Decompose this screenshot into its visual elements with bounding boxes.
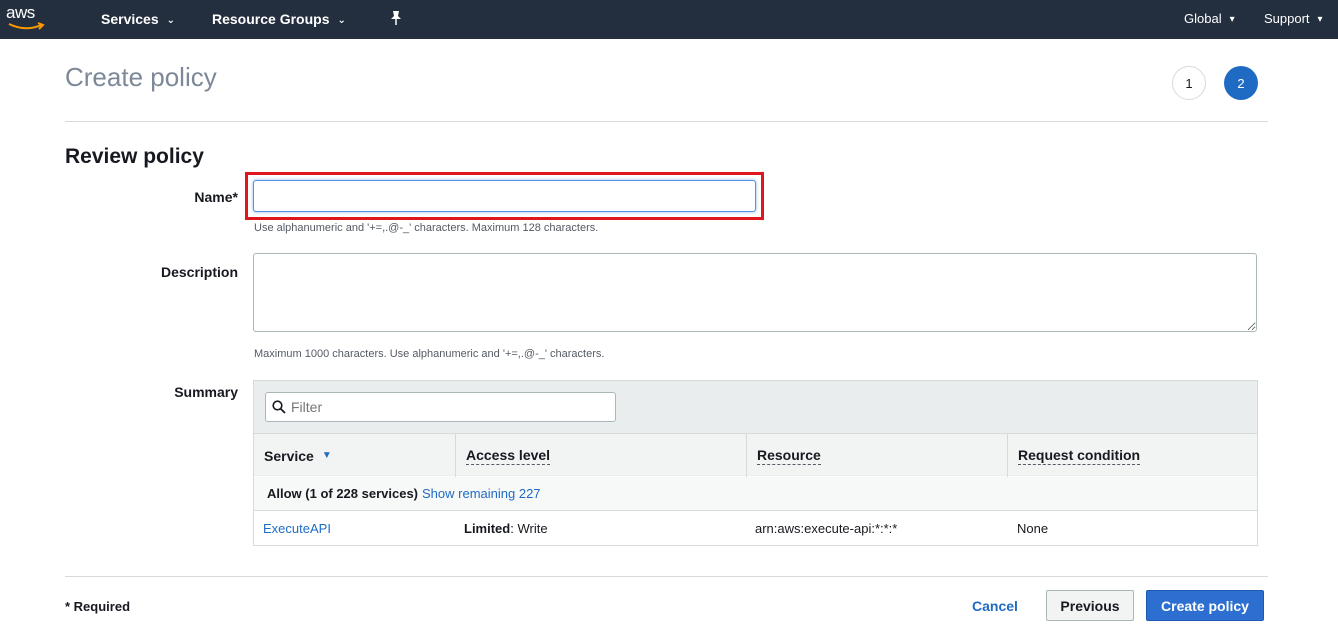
column-header-resource[interactable]: Resource bbox=[746, 434, 1007, 477]
support-menu[interactable]: Support ▾ bbox=[1264, 11, 1323, 26]
column-label: Request condition bbox=[1018, 446, 1141, 465]
name-label: Name* bbox=[194, 189, 238, 205]
column-label: Resource bbox=[757, 446, 821, 465]
step-1-indicator[interactable]: 1 bbox=[1172, 66, 1206, 100]
chevron-down-icon: ▾ bbox=[1229, 14, 1235, 25]
access-level-cell: Limited: Write bbox=[464, 521, 548, 536]
services-menu[interactable]: Services ⌄ bbox=[101, 11, 175, 27]
aws-smile-icon bbox=[8, 22, 45, 30]
name-input[interactable] bbox=[253, 180, 756, 212]
show-remaining-link[interactable]: Show remaining 227 bbox=[422, 486, 541, 501]
divider bbox=[65, 121, 1268, 122]
column-header-service[interactable]: Service ▼ bbox=[254, 434, 455, 477]
column-label: Access level bbox=[466, 446, 551, 465]
resource-groups-label: Resource Groups bbox=[212, 11, 330, 27]
summary-table: Service ▼ Access level Resource Request … bbox=[253, 380, 1258, 546]
pin-icon[interactable] bbox=[389, 10, 403, 26]
cancel-button[interactable]: Cancel bbox=[960, 590, 1030, 621]
table-header: Service ▼ Access level Resource Request … bbox=[254, 433, 1257, 477]
condition-cell: None bbox=[1017, 521, 1049, 536]
aws-logo[interactable]: aws bbox=[6, 3, 48, 33]
access-level-bold: Limited bbox=[464, 521, 511, 536]
allow-group-label: Allow (1 of 228 services) bbox=[267, 486, 419, 501]
aws-logo-text: aws bbox=[6, 3, 35, 22]
create-policy-button[interactable]: Create policy bbox=[1146, 590, 1264, 621]
service-link[interactable]: ExecuteAPI bbox=[263, 521, 331, 536]
top-nav: aws Services ⌄ Resource Groups ⌄ Global … bbox=[0, 0, 1338, 39]
page-title: Create policy bbox=[65, 62, 217, 92]
search-icon bbox=[272, 400, 286, 414]
resource-cell: arn:aws:execute-api:*:*:* bbox=[755, 521, 898, 536]
required-note: * Required bbox=[65, 599, 131, 614]
column-header-access-level[interactable]: Access level bbox=[455, 434, 746, 477]
sort-down-icon: ▼ bbox=[321, 450, 332, 461]
region-menu[interactable]: Global ▾ bbox=[1184, 11, 1235, 26]
resource-groups-menu[interactable]: Resource Groups ⌄ bbox=[212, 11, 346, 27]
column-label: Service bbox=[264, 447, 314, 464]
table-row: ExecuteAPI Limited: Write arn:aws:execut… bbox=[254, 512, 1257, 545]
description-hint: Maximum 1000 characters. Use alphanumeri… bbox=[254, 348, 605, 360]
access-level-rest: : Write bbox=[510, 521, 548, 536]
region-label: Global bbox=[1184, 11, 1222, 26]
chevron-down-icon: ⌄ bbox=[337, 14, 346, 26]
filter-input[interactable] bbox=[291, 399, 591, 415]
description-label: Description bbox=[160, 264, 238, 280]
name-hint: Use alphanumeric and '+=,.@-_' character… bbox=[254, 222, 599, 234]
chevron-down-icon: ⌄ bbox=[166, 14, 175, 26]
allow-group-row: Allow (1 of 228 services) Show remaining… bbox=[254, 477, 1257, 511]
summary-toolbar bbox=[254, 381, 1257, 433]
services-label: Services bbox=[101, 11, 159, 27]
pin-icon-svg bbox=[391, 11, 401, 25]
filter-field[interactable] bbox=[265, 392, 616, 422]
column-header-request-condition[interactable]: Request condition bbox=[1007, 434, 1257, 477]
support-label: Support bbox=[1264, 11, 1310, 26]
step-2-indicator[interactable]: 2 bbox=[1224, 66, 1258, 100]
divider bbox=[65, 576, 1268, 577]
section-title: Review policy bbox=[65, 145, 204, 168]
previous-button[interactable]: Previous bbox=[1046, 590, 1134, 621]
chevron-down-icon: ▾ bbox=[1317, 14, 1323, 25]
summary-label: Summary bbox=[174, 384, 238, 400]
description-input[interactable] bbox=[253, 253, 1257, 332]
